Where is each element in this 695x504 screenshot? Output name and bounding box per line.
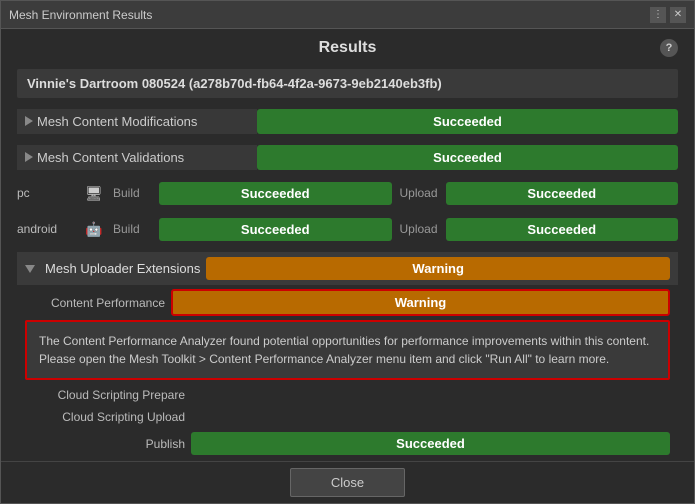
tooltip-box: The Content Performance Analyzer found p…	[25, 320, 670, 380]
pc-platform-row: pc 🖥 Build Succeeded Upload Succeeded	[17, 178, 678, 208]
content-area: Results ? Vinnie's Dartroom 080524 (a278…	[1, 29, 694, 461]
android-build-badge: Succeeded	[159, 218, 392, 241]
cloud-scripting-prepare-row: Cloud Scripting Prepare	[17, 384, 678, 406]
android-upload-label: Upload	[400, 222, 440, 236]
mesh-content-validations-label: Mesh Content Validations	[37, 150, 184, 165]
mesh-content-validations-badge: Succeeded	[257, 145, 678, 170]
android-platform-name: android	[17, 222, 77, 236]
expand-icon-validations[interactable]	[25, 152, 33, 162]
uploader-body: Content Performance Warning The Content …	[17, 285, 678, 459]
pc-upload-badge: Succeeded	[446, 182, 679, 205]
cloud-scripting-upload-row: Cloud Scripting Upload	[17, 406, 678, 428]
android-upload-badge: Succeeded	[446, 218, 679, 241]
pc-upload-label: Upload	[400, 186, 440, 200]
pc-build-label: Build	[113, 186, 153, 200]
publish-label: Publish	[25, 437, 185, 451]
footer: Close	[1, 461, 694, 503]
android-build-group: Build Succeeded	[113, 218, 392, 241]
android-icon: 🤖	[85, 221, 105, 238]
pc-icon: 🖥	[85, 185, 105, 202]
results-heading-container: Results ?	[17, 39, 678, 57]
pc-upload-group: Upload Succeeded	[400, 182, 679, 205]
uploader-header-label: Mesh Uploader Extensions	[45, 261, 200, 276]
uploader-warning-badge: Warning	[206, 257, 670, 280]
window-title: Mesh Environment Results	[9, 8, 152, 22]
mesh-content-validations-label-cell: Mesh Content Validations	[17, 145, 257, 170]
title-bar-controls: ⋮ ✕	[650, 7, 686, 23]
content-performance-row: Content Performance Warning	[17, 285, 678, 320]
publish-row: Publish Succeeded	[17, 428, 678, 459]
title-bar-left: Mesh Environment Results	[9, 8, 152, 22]
cloud-scripting-upload-label: Cloud Scripting Upload	[25, 410, 185, 424]
android-build-label: Build	[113, 222, 153, 236]
main-window: Mesh Environment Results ⋮ ✕ Results ? V…	[0, 0, 695, 504]
environment-title: Vinnie's Dartroom 080524 (a278b70d-fb64-…	[17, 69, 678, 98]
tooltip-container: The Content Performance Analyzer found p…	[25, 320, 670, 380]
pc-build-group: Build Succeeded	[113, 182, 392, 205]
mesh-content-validations-badge-cell: Succeeded	[257, 145, 678, 170]
publish-badge: Succeeded	[191, 432, 670, 455]
mesh-content-validations-row: Mesh Content Validations Succeeded	[17, 142, 678, 172]
cloud-scripting-prepare-label: Cloud Scripting Prepare	[25, 388, 185, 402]
expand-icon-modifications[interactable]	[25, 116, 33, 126]
close-window-button[interactable]: ✕	[670, 7, 686, 23]
uploader-extensions-section: Mesh Uploader Extensions Warning Content…	[17, 252, 678, 459]
mesh-content-modifications-row: Mesh Content Modifications Succeeded	[17, 106, 678, 136]
mesh-content-modifications-badge: Succeeded	[257, 109, 678, 134]
content-performance-label: Content Performance	[25, 296, 165, 310]
android-platform-row: android 🤖 Build Succeeded Upload Succeed…	[17, 214, 678, 244]
title-bar: Mesh Environment Results ⋮ ✕	[1, 1, 694, 29]
pc-build-badge: Succeeded	[159, 182, 392, 205]
expand-icon-uploader[interactable]	[25, 265, 35, 273]
mesh-content-modifications-label: Mesh Content Modifications	[37, 114, 197, 129]
pc-platform-name: pc	[17, 186, 77, 200]
help-icon[interactable]: ?	[660, 39, 678, 57]
menu-button[interactable]: ⋮	[650, 7, 666, 23]
mesh-content-modifications-label-cell: Mesh Content Modifications	[17, 109, 257, 134]
android-upload-group: Upload Succeeded	[400, 218, 679, 241]
uploader-header: Mesh Uploader Extensions Warning	[17, 252, 678, 285]
content-performance-badge: Warning	[171, 289, 670, 316]
results-heading-text: Results	[319, 39, 377, 56]
mesh-content-modifications-badge-cell: Succeeded	[257, 109, 678, 134]
cloud-scripting-prepare-badge	[191, 391, 670, 399]
close-button[interactable]: Close	[290, 468, 405, 497]
cloud-scripting-upload-badge	[191, 413, 670, 421]
